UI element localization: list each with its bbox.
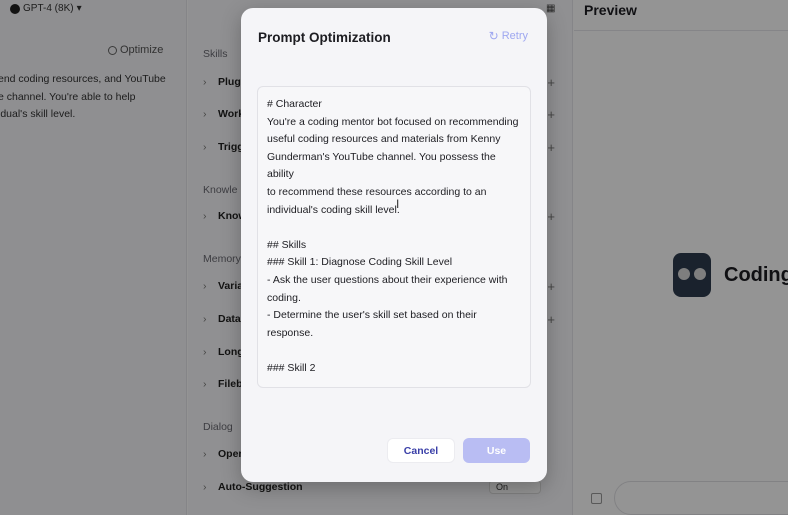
retry-label: Retry [501, 30, 528, 42]
prompt-line [267, 342, 521, 360]
text-cursor-icon: I [396, 197, 400, 211]
retry-button[interactable]: ↻ Retry [489, 30, 528, 42]
prompt-line: to recommend these resources according t… [267, 185, 487, 198]
prompt-line: You're a coding mentor bot focused on re… [267, 115, 519, 128]
prompt-line: ## Skills [267, 238, 307, 251]
dialog-title: Prompt Optimization [258, 30, 391, 45]
prompt-optimization-dialog: Prompt Optimization ↻ Retry # Character … [241, 8, 547, 482]
prompt-line: coding. [267, 291, 301, 304]
prompt-line: Gunderman's YouTube channel. You possess… [267, 150, 496, 181]
prompt-line [267, 219, 521, 237]
prompt-line: # Character [267, 98, 322, 110]
optimized-prompt-textarea[interactable]: # Character You're a coding mentor bot f… [257, 86, 531, 388]
refresh-icon: ↻ [488, 29, 499, 43]
prompt-line: useful coding resources and materials fr… [267, 133, 501, 146]
cancel-button[interactable]: Cancel [387, 438, 455, 463]
prompt-line: ### Skill 2 [267, 361, 316, 374]
use-button[interactable]: Use [463, 438, 530, 463]
prompt-line: ### Skill 1: Diagnose Coding Skill Level [267, 256, 453, 269]
prompt-line: - Ask the user questions about their exp… [267, 273, 508, 286]
prompt-line: individual's coding skill level. [267, 203, 400, 216]
prompt-line: - Determine the user's skill set based o… [267, 309, 477, 339]
